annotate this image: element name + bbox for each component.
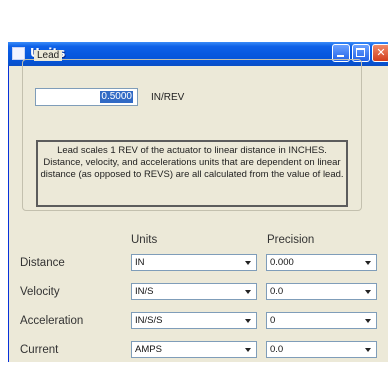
chevron-down-icon [365,319,371,323]
velocity-units-value: IN/S [135,286,154,297]
lead-unit-label: IN/REV [151,92,185,103]
maximize-icon [356,48,365,57]
chevron-down-icon [245,348,251,352]
acceleration-precision-select[interactable]: 0 [266,312,377,329]
velocity-units-select[interactable]: IN/S [131,283,257,300]
distance-units-value: IN [135,257,145,268]
chevron-down-icon [245,290,251,294]
distance-precision-dropdown-button[interactable] [361,255,376,270]
acceleration-precision-value: 0 [270,315,276,326]
minimize-icon [337,55,344,57]
row-label-distance: Distance [20,257,65,269]
chevron-down-icon [365,348,371,352]
precision-column-header: Precision [267,234,315,246]
chevron-down-icon [245,261,251,265]
current-precision-select[interactable]: 0.0 [266,341,377,358]
close-button[interactable]: ✕ [372,44,388,62]
lead-input-value: 0.5000 [100,91,133,103]
velocity-precision-select[interactable]: 0.0 [266,283,377,300]
lead-info-text: Lead scales 1 REV of the actuator to lin… [40,145,344,180]
chevron-down-icon [245,319,251,323]
chevron-down-icon [365,261,371,265]
row-label-current: Current [20,344,59,356]
current-precision-dropdown-button[interactable] [361,342,376,357]
velocity-precision-dropdown-button[interactable] [361,284,376,299]
close-icon: ✕ [376,46,386,59]
acceleration-units-value: IN/S/S [135,315,163,326]
current-units-value: AMPS [135,344,162,355]
lead-input[interactable]: 0.5000 [35,88,138,106]
window-app-icon [12,47,25,60]
acceleration-precision-dropdown-button[interactable] [361,313,376,328]
row-label-acceleration: Acceleration [20,315,84,327]
distance-units-dropdown-button[interactable] [241,255,256,270]
current-precision-value: 0.0 [270,344,284,355]
row-label-velocity: Velocity [20,286,60,298]
velocity-units-dropdown-button[interactable] [241,284,256,299]
distance-precision-value: 0.000 [270,257,294,268]
distance-units-select[interactable]: IN [131,254,257,271]
lead-group-label: Lead [34,50,63,61]
units-column-header: Units [131,234,158,246]
velocity-precision-value: 0.0 [270,286,284,297]
distance-precision-select[interactable]: 0.000 [266,254,377,271]
current-units-dropdown-button[interactable] [241,342,256,357]
chevron-down-icon [365,290,371,294]
current-units-select[interactable]: AMPS [131,341,257,358]
lead-info-box: Lead scales 1 REV of the actuator to lin… [36,140,348,207]
acceleration-units-select[interactable]: IN/S/S [131,312,257,329]
acceleration-units-dropdown-button[interactable] [241,313,256,328]
